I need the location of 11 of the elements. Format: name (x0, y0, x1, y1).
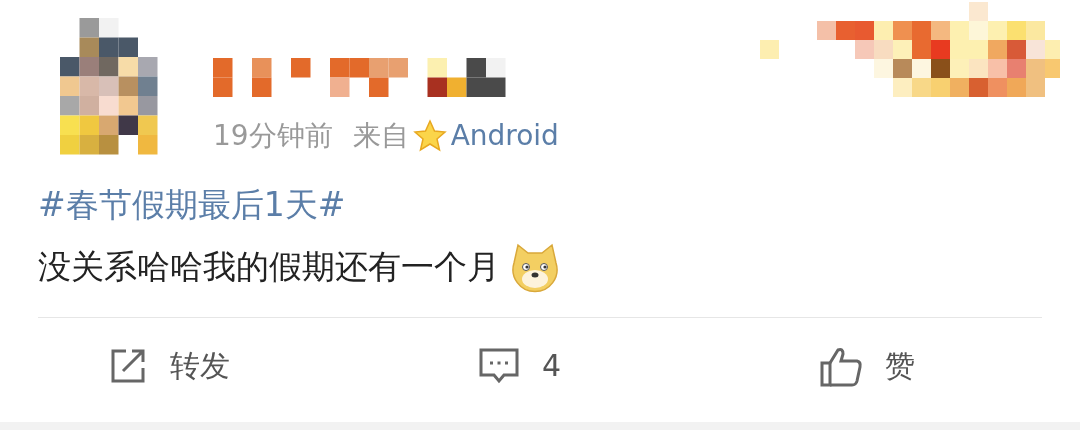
topic-link[interactable]: #春节假期最后1天# (38, 181, 1080, 229)
comment-button[interactable]: 4 (478, 346, 562, 386)
post-time: 19分钟前 (213, 122, 333, 150)
repost-button[interactable]: 转发 (108, 346, 230, 386)
star-icon (410, 117, 449, 155)
dog-face-emoji-icon (510, 241, 560, 293)
like-button[interactable]: 赞 (819, 344, 916, 388)
post-text: 没关系哈哈我的假期还有一个月 (38, 246, 500, 288)
comment-icon (478, 346, 520, 386)
source-prefix: 来自 (352, 122, 409, 150)
source-link[interactable]: Android (450, 122, 559, 150)
